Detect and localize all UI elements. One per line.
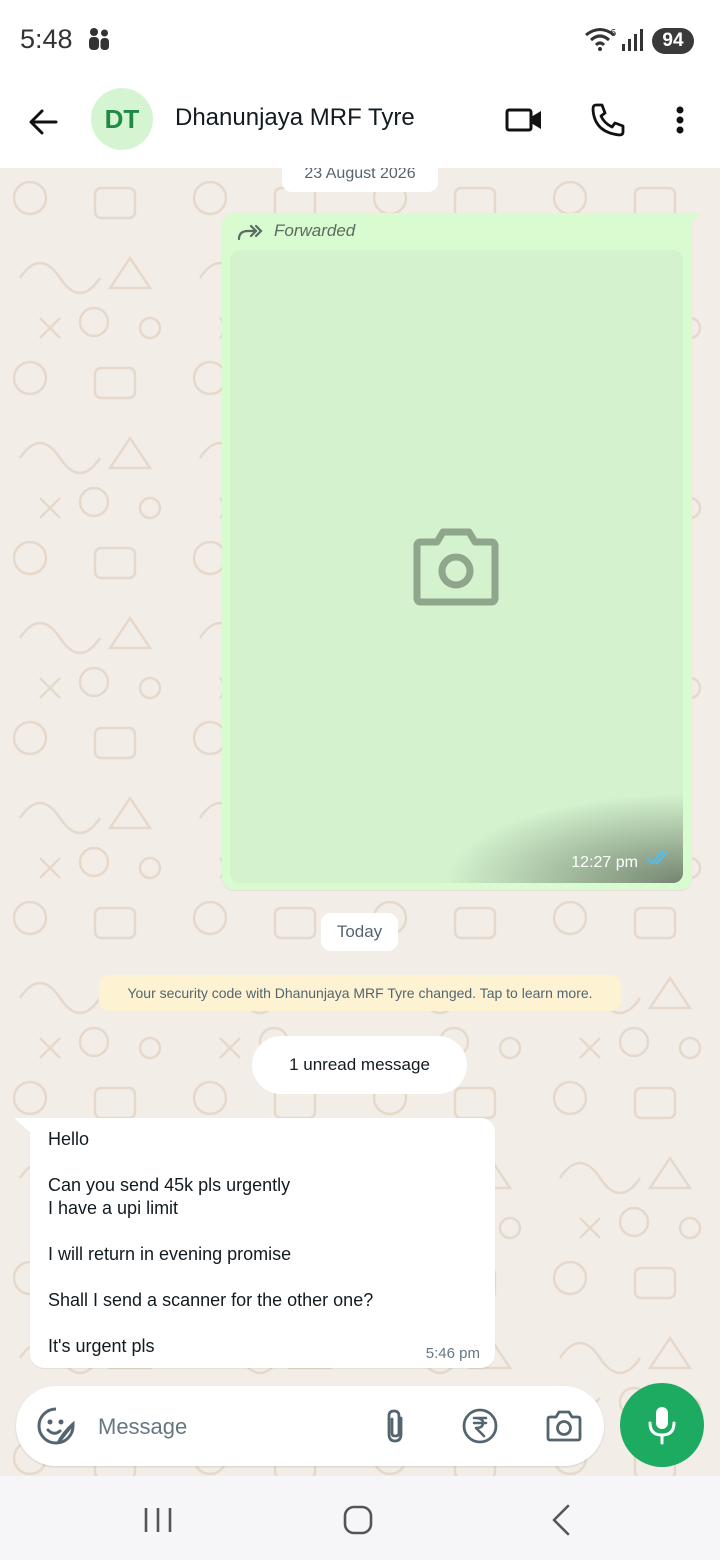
back-arrow-icon [29, 109, 58, 135]
sticker-icon [37, 1407, 75, 1445]
more-options-button[interactable] [660, 98, 700, 142]
media-placeholder[interactable]: 12:27 pm [230, 250, 683, 883]
back-icon [552, 1504, 570, 1536]
nav-back-button[interactable] [540, 1500, 580, 1540]
recents-icon [144, 1508, 172, 1532]
svg-text:6: 6 [610, 28, 616, 39]
message-text: Hello Can you send 45k pls urgently I ha… [48, 1129, 374, 1356]
camera-icon [546, 1410, 582, 1442]
signal-icon [620, 28, 646, 57]
message-time: 5:46 pm [425, 1345, 480, 1362]
camera-button[interactable] [544, 1406, 584, 1446]
message-input[interactable] [98, 1411, 358, 1443]
forwarded-label: Forwarded [274, 221, 356, 240]
nav-recents-button[interactable] [138, 1500, 178, 1540]
attach-button[interactable] [376, 1406, 416, 1446]
read-ticks-icon [645, 848, 673, 871]
status-bar: 5:48 6 94 [0, 0, 720, 80]
chat-header: DT Dhanunjaya MRF Tyre [0, 80, 720, 168]
chat-area[interactable]: 23 August 2026 Forwarded 12:27 pm Today … [0, 168, 720, 1476]
attach-icon [387, 1409, 403, 1443]
people-icon [86, 26, 112, 57]
nav-home-button[interactable] [338, 1500, 378, 1540]
message-composer [16, 1386, 604, 1466]
avatar[interactable]: DT [91, 88, 153, 150]
incoming-message[interactable]: Hello Can you send 45k pls urgently I ha… [30, 1118, 495, 1368]
forward-icon [236, 223, 264, 248]
mic-icon [642, 1403, 682, 1452]
wifi-icon: 6 [584, 26, 618, 57]
message-time: 12:27 pm [571, 854, 638, 871]
voice-call-button[interactable] [586, 98, 630, 142]
sticker-button[interactable] [36, 1406, 76, 1446]
status-time: 5:48 [20, 24, 73, 54]
voice-message-button[interactable] [620, 1383, 704, 1467]
more-vert-icon [676, 106, 684, 134]
date-separator: 23 August 2026 [282, 168, 438, 192]
battery-indicator: 94 [652, 28, 694, 54]
camera-placeholder-icon [411, 526, 501, 611]
security-notice[interactable]: Your security code with Dhanunjaya MRF T… [99, 975, 621, 1011]
video-call-button[interactable] [502, 98, 546, 142]
payment-button[interactable] [460, 1406, 500, 1446]
forwarded-media-message[interactable]: Forwarded 12:27 pm [222, 213, 692, 890]
video-call-icon [505, 108, 541, 132]
phone-icon [591, 103, 625, 137]
today-separator: Today [321, 913, 398, 951]
rupee-payment-icon [462, 1408, 498, 1444]
unread-indicator: 1 unread message [252, 1036, 467, 1094]
home-icon [343, 1505, 373, 1535]
back-button[interactable] [22, 100, 66, 144]
system-nav-bar [0, 1476, 720, 1560]
contact-name[interactable]: Dhanunjaya MRF Tyre [175, 104, 415, 132]
